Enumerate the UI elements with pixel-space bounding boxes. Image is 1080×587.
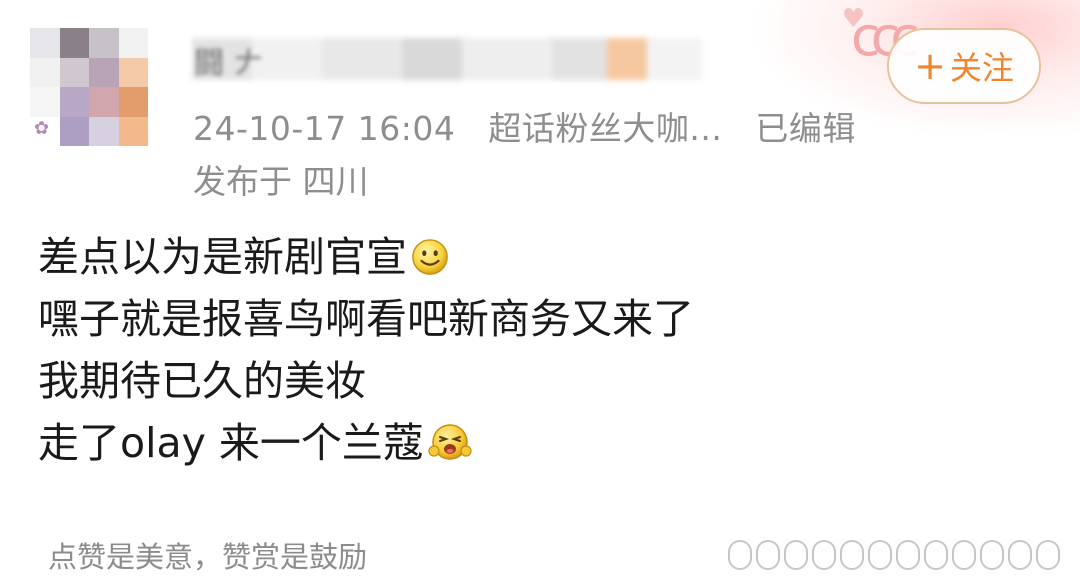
post-line-text: 我期待已久的美妆 xyxy=(38,357,366,405)
reward-hint: 点赞是美意，赞赏是鼓励 xyxy=(48,540,368,574)
post-line-text: 走了olay 来一个兰蔻 xyxy=(38,419,424,467)
smile-emoji-icon xyxy=(412,239,448,275)
weibo-comment-card: ♥ ccc ✿ 闘 𠂇 24-10-17 16:04 超话粉丝大咖... 已编辑… xyxy=(0,0,1080,587)
post-location: 发布于 四川 xyxy=(193,155,369,203)
edited-label[interactable]: 已编辑 xyxy=(755,109,856,148)
location-prefix: 发布于 xyxy=(193,162,292,201)
post-line-text: 差点以为是新剧官宣 xyxy=(38,233,407,281)
username-fragment-icon: 闘 𠂇 xyxy=(194,46,264,81)
post-line: 嘿子就是报喜鸟啊看吧新商务又来了 xyxy=(38,288,694,350)
plus-icon: + xyxy=(914,44,946,88)
watermark xyxy=(728,540,1060,570)
post-source[interactable]: 超话粉丝大咖... xyxy=(488,109,722,148)
follow-button[interactable]: + 关注 xyxy=(887,28,1041,104)
follow-button-label: 关注 xyxy=(949,49,1014,87)
location-name: 四川 xyxy=(302,162,369,201)
post-line: 走了olay 来一个兰蔻 xyxy=(38,412,694,474)
username-redacted[interactable] xyxy=(192,38,702,80)
post-meta: 24-10-17 16:04 超话粉丝大咖... 已编辑 xyxy=(193,102,878,150)
post-line: 我期待已久的美妆 xyxy=(38,350,694,412)
wink-emoji-icon xyxy=(428,424,472,460)
post-body: 差点以为是新剧官宣 嘿子就是报喜鸟啊看吧新商务又来了 我期待已久的美妆 走了ol… xyxy=(38,226,694,474)
post-timestamp: 24-10-17 16:04 xyxy=(193,109,456,148)
post-line-text: 嘿子就是报喜鸟啊看吧新商务又来了 xyxy=(38,295,694,343)
avatar-badge-icon: ✿ xyxy=(34,118,50,139)
post-line: 差点以为是新剧官宣 xyxy=(38,226,694,288)
